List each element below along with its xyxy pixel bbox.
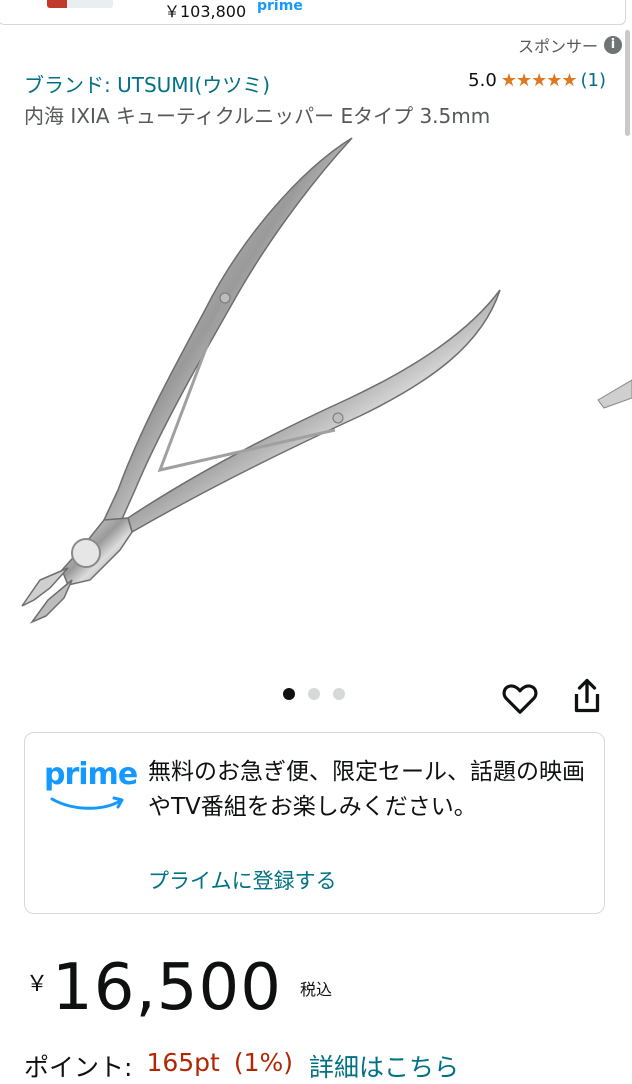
previous-product-thumbnail [47,0,113,8]
review-count-link[interactable]: (1) [581,70,607,91]
prime-smile-icon [50,796,124,810]
scrollbar[interactable] [625,30,630,136]
points-value: 165pt [146,1048,220,1077]
brand-link[interactable]: ブランド: UTSUMI(ウツミ) [24,69,270,98]
image-carousel-dots[interactable] [283,688,345,700]
previous-product-card[interactable]: ￥103,800 prime [0,0,626,25]
price-block: ￥ 16,500 税込 [26,950,332,1026]
star-rating-icon: ★★★★★ [500,70,578,91]
info-icon[interactable]: i [604,36,622,54]
rating-value: 5.0 [468,70,497,91]
prime-promo-text: 無料のお急ぎ便、限定セール、話題の映画やTV番組をお楽しみください。 [148,759,585,820]
points-percent: (1%) [233,1048,293,1077]
sponsored-text: スポンサー [517,37,598,56]
points-label: ポイント: [24,1053,133,1082]
sponsored-label[interactable]: スポンサー i [518,33,622,57]
prime-logo: prime [44,757,138,813]
carousel-dot-1[interactable] [283,688,295,700]
points-row: ポイント: 165pt (1%) 詳細はこちら [24,1048,459,1084]
prime-badge-mini: prime [257,0,303,14]
currency-symbol: ￥ [26,972,49,997]
heart-icon[interactable] [501,679,539,717]
points-details-link[interactable]: 詳細はこちら [309,1048,459,1084]
previous-product-price: ￥103,800 [164,2,247,21]
carousel-dot-2[interactable] [308,688,320,700]
prime-promo-box[interactable]: prime 無料のお急ぎ便、限定セール、話題の映画やTV番組をお楽しみください。… [24,732,605,914]
rating-summary[interactable]: 5.0 ★★★★★ (1) [468,70,606,91]
carousel-dot-3[interactable] [333,688,345,700]
prime-signup-link[interactable]: プライムに登録する [148,865,337,895]
price-amount: 16,500 [52,951,282,1025]
prime-logo-word: prime [44,757,138,792]
tax-included-label: 税込 [299,980,332,999]
share-icon[interactable] [569,677,605,717]
product-image-nipper[interactable] [0,130,632,670]
product-title[interactable]: 内海 IXIA キューティクルニッパー Eタイプ 3.5mm [24,100,490,129]
